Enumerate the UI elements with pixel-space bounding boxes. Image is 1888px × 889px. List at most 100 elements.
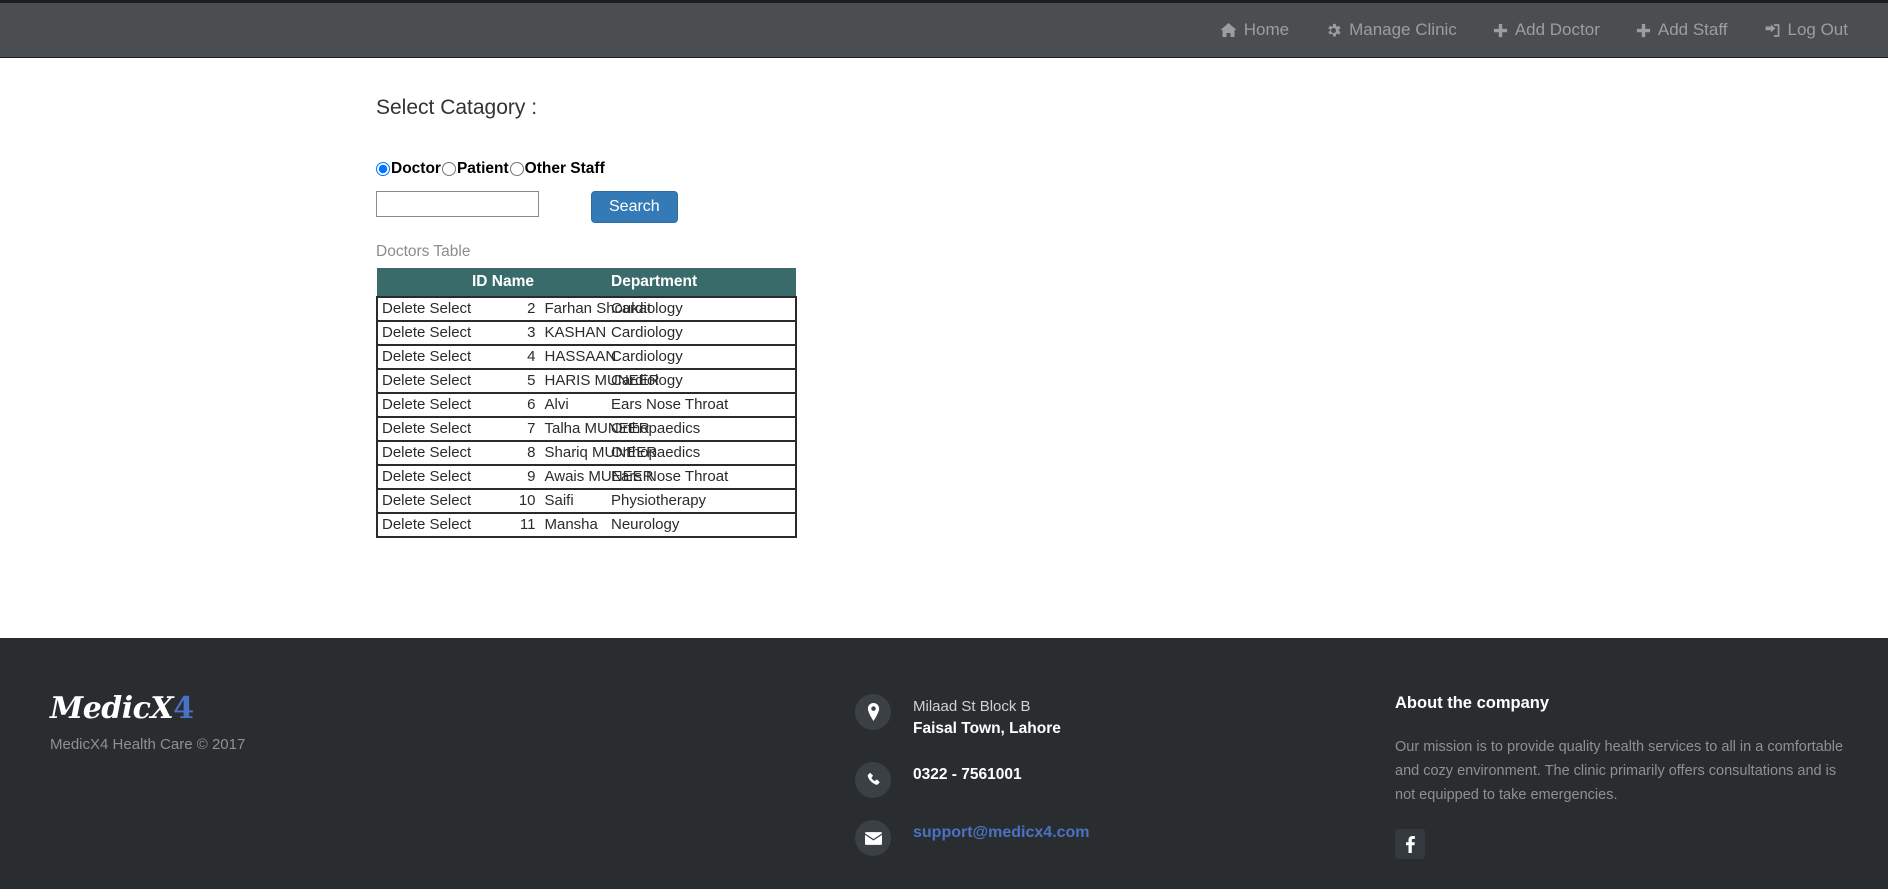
nav-item-add-doctor[interactable]: Add Doctor	[1475, 12, 1618, 48]
search-input[interactable]	[376, 191, 539, 217]
table-row: Delete Select 2 Farhan Shoukat Cardiolog…	[376, 296, 797, 322]
nav-item-add-doctor-label: Add Doctor	[1514, 20, 1600, 39]
main-content: Select Catagory : Doctor Patient Other S…	[0, 58, 1888, 638]
table-row: Delete Select 6 Alvi Ears Nose Throat	[376, 392, 797, 418]
row-department: Cardiology	[607, 368, 797, 394]
row-id: 6	[472, 392, 540, 418]
contact-email-text: support@medicx4.com	[913, 820, 1090, 844]
top-navbar: Home Manage Clinic Add Doctor Add Staff	[0, 0, 1888, 58]
row-id: 2	[472, 296, 540, 322]
row-department: Orthopaedics	[607, 416, 797, 442]
table-row: Delete Select 7 Talha MUNEER Orthopaedic…	[376, 416, 797, 442]
select-link[interactable]: Select	[430, 468, 472, 485]
delete-link[interactable]: Delete	[382, 300, 425, 317]
select-link[interactable]: Select	[430, 516, 472, 533]
row-actions: Delete Select	[376, 440, 472, 466]
delete-link[interactable]: Delete	[382, 420, 425, 437]
delete-link[interactable]: Delete	[382, 468, 425, 485]
category-radio-group: Doctor Patient Other Staff	[376, 160, 1888, 178]
row-name: Talha MUNEER	[539, 416, 650, 442]
radio-option-doctor[interactable]: Doctor	[376, 160, 441, 178]
row-id: 10	[472, 488, 540, 514]
table-row: Delete Select 10 Saifi Physiotherapy	[376, 488, 797, 514]
search-button[interactable]: Search	[591, 191, 678, 223]
footer-copyright: MedicX4 Health Care © 2017	[50, 736, 246, 753]
nav-item-manage-clinic-label: Manage Clinic	[1349, 20, 1457, 39]
contact-address-text: Milaad St Block B Faisal Town, Lahore	[913, 694, 1061, 740]
row-id: 11	[472, 512, 540, 538]
table-head: ID Name Department	[377, 268, 796, 297]
home-icon	[1220, 22, 1237, 38]
delete-link[interactable]: Delete	[382, 348, 425, 365]
row-actions: Delete Select	[376, 368, 472, 394]
table-header-row: ID Name Department	[377, 268, 796, 297]
envelope-icon	[855, 820, 891, 856]
row-department: Neurology	[607, 512, 797, 538]
radio-input-doctor[interactable]	[376, 162, 390, 176]
row-actions: Delete Select	[376, 416, 472, 442]
table-row: Delete Select 5 HARIS MUNEER Cardiology	[376, 368, 797, 394]
select-link[interactable]: Select	[430, 420, 472, 437]
table-row: Delete Select 8 Shariq MUNEER Orthopaedi…	[376, 440, 797, 466]
delete-link[interactable]: Delete	[382, 396, 425, 413]
nav-item-add-staff[interactable]: Add Staff	[1618, 12, 1746, 48]
radio-input-other-staff[interactable]	[509, 162, 524, 176]
nav-item-manage-clinic[interactable]: Manage Clinic	[1307, 12, 1475, 48]
delete-link[interactable]: Delete	[382, 444, 425, 461]
table-row: Delete Select 9 Awais MUNEER Ears Nose T…	[376, 464, 797, 490]
contact-phone: 0322 - 7561001	[855, 762, 1395, 798]
footer-brand-column: MedicX4 MedicX4 Health Care © 2017	[0, 694, 855, 889]
row-actions: Delete Select	[376, 320, 472, 346]
row-department: Physiotherapy	[607, 488, 797, 514]
contact-address: Milaad St Block B Faisal Town, Lahore	[855, 694, 1395, 740]
row-department: Cardiology	[607, 296, 797, 322]
logo-accent-text: 4	[173, 691, 194, 726]
row-department: Orthopaedics	[607, 440, 797, 466]
logout-icon	[1764, 23, 1781, 38]
contact-phone-text: 0322 - 7561001	[913, 762, 1022, 786]
radio-option-other-staff[interactable]: Other Staff	[509, 160, 605, 178]
nav-item-home[interactable]: Home	[1202, 12, 1307, 48]
row-id: 9	[472, 464, 540, 490]
row-name: KASHAN	[539, 320, 607, 346]
delete-link[interactable]: Delete	[382, 324, 425, 341]
location-pin-icon	[855, 694, 891, 730]
select-link[interactable]: Select	[430, 300, 472, 317]
phone-number: 0322 - 7561001	[913, 766, 1022, 783]
plus-icon	[1493, 23, 1508, 38]
footer-about-column: About the company Our mission is to prov…	[1395, 694, 1888, 889]
select-link[interactable]: Select	[430, 348, 472, 365]
email-link[interactable]: support@medicx4.com	[913, 824, 1090, 841]
table-header-id-name: ID Name	[472, 268, 607, 297]
table-caption: Doctors Table	[376, 243, 471, 260]
delete-link[interactable]: Delete	[382, 492, 425, 509]
row-id: 3	[472, 320, 540, 346]
phone-icon	[855, 762, 891, 798]
radio-label-other-staff: Other Staff	[524, 160, 605, 177]
row-id: 5	[472, 368, 540, 394]
nav-item-log-out-label: Log Out	[1787, 20, 1849, 39]
search-row: Search	[376, 191, 1888, 223]
radio-option-patient[interactable]: Patient	[441, 160, 509, 178]
select-link[interactable]: Select	[430, 324, 472, 341]
row-name: Awais MUNEER	[539, 464, 653, 490]
about-text: Our mission is to provide quality health…	[1395, 739, 1844, 803]
delete-link[interactable]: Delete	[382, 516, 425, 533]
gear-icon	[1325, 22, 1342, 39]
table-header-department: Department	[607, 268, 796, 297]
delete-link[interactable]: Delete	[382, 372, 425, 389]
radio-input-patient[interactable]	[441, 162, 456, 176]
facebook-icon[interactable]	[1395, 829, 1425, 859]
select-link[interactable]: Select	[430, 396, 472, 413]
row-name: Saifi	[539, 488, 607, 514]
plus-icon	[1636, 23, 1651, 38]
row-name: Mansha	[539, 512, 607, 538]
row-id: 4	[472, 344, 540, 370]
radio-label-doctor: Doctor	[391, 160, 441, 177]
nav-item-log-out[interactable]: Log Out	[1746, 12, 1867, 48]
select-link[interactable]: Select	[430, 372, 472, 389]
select-link[interactable]: Select	[430, 444, 472, 461]
row-actions: Delete Select	[376, 392, 472, 418]
select-link[interactable]: Select	[430, 492, 472, 509]
footer-contact-column: Milaad St Block B Faisal Town, Lahore 03…	[855, 694, 1395, 889]
